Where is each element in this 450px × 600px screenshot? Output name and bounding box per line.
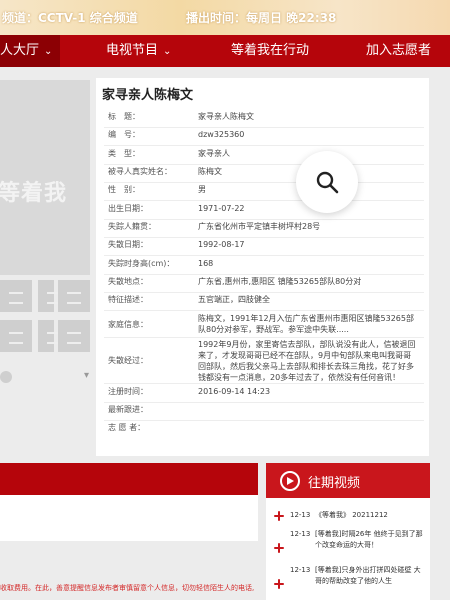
video-list-item[interactable]: 12-13 [等着我]只身外出打拼四处碰壁 大哥的帮助改变了他的人生 — [266, 565, 430, 589]
field-label: 类 型： — [108, 149, 140, 158]
nav-item-label: 人大厅 — [0, 43, 40, 58]
detail-row: 家庭信息： 陈梅文，1991年12月入伍广东省惠州市惠阳区镇隆53265部队80… — [104, 313, 424, 338]
detail-row: 失踪时身高(cm)： 168 — [104, 258, 424, 275]
nav-item-volunteer[interactable]: 加入志愿者 — [366, 35, 431, 67]
field-value: 五官端正，四肢健全 — [198, 295, 270, 304]
field-value: 1992年9月份，家里寄信去部队，部队说没有此人，信被退回来了，才发现哥哥已经不… — [198, 340, 416, 382]
field-value: 广东省化州市平定镇丰树坪村28号 — [198, 222, 321, 231]
detail-row: 特征描述： 五官端正，四肢健全 — [104, 294, 424, 311]
field-value: 2016-09-14 14:23 — [198, 387, 271, 396]
field-label: 失踪人籍贯： — [108, 222, 156, 231]
field-label: 被寻人真实姓名： — [108, 167, 172, 176]
detail-row: 被寻人真实姓名： 陈梅文 — [104, 166, 424, 183]
nav-item-label: 加入志愿者 — [366, 43, 432, 58]
field-label: 出生日期： — [108, 204, 148, 213]
search-button[interactable] — [296, 151, 358, 213]
nav-item-tv-programs[interactable]: 电视节目 ⌄ — [106, 35, 171, 67]
field-value: 广东省,惠州市,惠阳区 镇隆53265部队80分对 — [198, 277, 362, 286]
share-bar: ▾ — [0, 368, 90, 386]
field-label: 编 号： — [108, 130, 140, 139]
field-label: 标 题： — [108, 112, 140, 121]
field-label: 性 别： — [108, 185, 140, 194]
nav-item-in-action[interactable]: 等着我在行动 — [231, 35, 309, 67]
search-icon — [316, 171, 339, 194]
video-list-item[interactable]: 12-13 《等着我》 20211212 — [266, 510, 430, 522]
channel-text: 频道：CCTV-1 综合频道 — [2, 11, 138, 25]
field-value: 1992-08-17 — [198, 240, 245, 249]
field-label: 注册时间： — [108, 387, 148, 396]
field-label: 失踪时身高(cm)： — [108, 259, 175, 268]
detail-row: 注册时间： 2016-09-14 14:23 — [104, 386, 424, 403]
photo-thumbnail[interactable] — [38, 280, 61, 312]
video-date: 12-13 — [290, 530, 311, 538]
detail-row: 标 题： 家寻亲人陈梅文 — [104, 111, 424, 128]
photo-column: 等着我 ▾ — [0, 80, 90, 460]
photo-thumbnail[interactable] — [58, 320, 90, 352]
field-label: 志 愿 者： — [108, 423, 146, 432]
airtime-text: 播出时间：每周日 晚22:38 — [186, 11, 337, 25]
missing-person-photo[interactable]: 等着我 — [0, 80, 90, 275]
past-videos-title: 往期视频 — [308, 476, 361, 491]
section-header-bar — [0, 463, 258, 495]
video-date: 12-13 — [290, 566, 311, 574]
photo-thumbnail[interactable] — [0, 320, 32, 352]
detail-row: 失踪人籍贯： 广东省化州市平定镇丰树坪村28号 — [104, 221, 424, 238]
chevron-down-icon: ⌄ — [163, 46, 172, 57]
chevron-down-icon[interactable]: ▾ — [84, 370, 89, 381]
photo-thumbnail[interactable] — [58, 280, 90, 312]
photo-thumbnail[interactable] — [38, 320, 61, 352]
field-label: 最新跟进： — [108, 405, 148, 414]
disclaimer-notice: 收取费用。在此，善意提醒信息发布者审慎留意个人信息，切勿轻信陌生人的电话, — [0, 584, 255, 592]
video-title[interactable]: [等着我]时隔26年 他终于见到了那个改变命运的大哥！ — [315, 529, 427, 551]
field-value: 家寻亲人陈梅文 — [198, 112, 254, 121]
detail-row: 出生日期： 1971-07-22 — [104, 203, 424, 220]
section-content — [0, 495, 258, 541]
detail-row: 性 别： 男 — [104, 184, 424, 201]
nav-item-hall[interactable]: 人大厅 ⌄ — [0, 35, 61, 67]
person-detail-card: 家寻亲人陈梅文 标 题： 家寻亲人陈梅文 编 号： dzw325360 类 型：… — [96, 78, 429, 456]
video-list-item[interactable]: 12-13 [等着我]时隔26年 他终于见到了那个改变命运的大哥！ — [266, 529, 430, 553]
field-label: 家庭信息： — [108, 320, 148, 329]
field-label: 失散地点： — [108, 277, 148, 286]
share-icon[interactable] — [0, 371, 12, 383]
chevron-down-icon: ⌄ — [44, 46, 53, 57]
nav-item-label: 电视节目 — [106, 43, 159, 58]
plus-icon — [274, 511, 284, 521]
field-value: 陈梅文，1991年12月入伍广东省惠州市惠阳区镇隆53265部队80分对参军，野… — [198, 314, 414, 334]
past-videos-panel: 往期视频 12-13 《等着我》 20211212 12-13 [等着我]时隔2… — [266, 463, 430, 600]
top-banner: 频道：CCTV-1 综合频道 播出时间：每周日 晚22:38 — [0, 0, 450, 35]
past-videos-header: 往期视频 — [266, 463, 430, 498]
field-label: 特征描述： — [108, 295, 148, 304]
field-label: 失散经过： — [108, 356, 148, 365]
nav-item-label: 等着我在行动 — [231, 43, 310, 58]
video-title[interactable]: 《等着我》 20211212 — [315, 510, 427, 521]
video-date: 12-13 — [290, 511, 311, 519]
page-title: 家寻亲人陈梅文 — [102, 88, 194, 103]
video-title[interactable]: [等着我]只身外出打拼四处碰壁 大哥的帮助改变了他的人生 — [315, 565, 427, 587]
field-label: 失散日期： — [108, 240, 148, 249]
detail-row: 编 号： dzw325360 — [104, 129, 424, 146]
plus-icon — [274, 579, 284, 589]
detail-row: 志 愿 者： — [104, 422, 424, 439]
play-icon — [280, 471, 300, 491]
poster-watermark-text: 等着我 — [0, 181, 68, 206]
main-nav: 人大厅 ⌄ 电视节目 ⌄ 等着我在行动 加入志愿者 — [0, 35, 450, 67]
field-value: 168 — [198, 259, 214, 268]
detail-row: 最新跟进： — [104, 404, 424, 421]
detail-row: 失散日期： 1992-08-17 — [104, 239, 424, 256]
plus-icon — [274, 543, 284, 553]
field-value: dzw325360 — [198, 130, 245, 139]
detail-row: 类 型： 家寻亲人 — [104, 148, 424, 165]
detail-row: 失散地点： 广东省,惠州市,惠阳区 镇隆53265部队80分对 — [104, 276, 424, 293]
photo-thumbnail[interactable] — [0, 280, 32, 312]
detail-row: 失散经过： 1992年9月份，家里寄信去部队，部队说没有此人，信被退回来了，才发… — [104, 339, 424, 384]
